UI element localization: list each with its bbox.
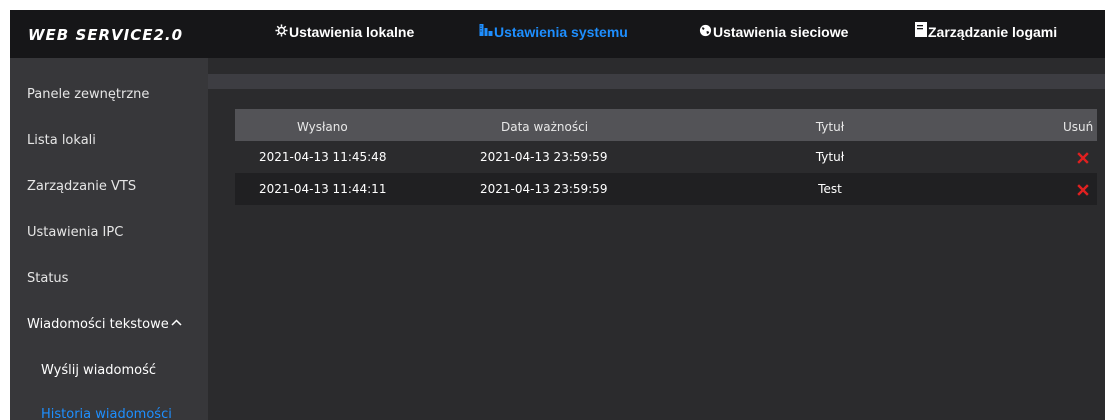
sidebar: Panele zewnętrzne Lista lokali Zarządzan… [10,58,208,420]
app-window: WEB SERVICE2.0 Ustawienia lokalne Ustawi… [10,10,1105,420]
table-header: Wysłano Data ważności Tytuł Usuń [235,109,1097,141]
cell-title: Test [818,182,842,196]
brand-logo: WEB SERVICE2.0 [28,26,184,44]
sidebar-item-text-messages[interactable]: Wiadomości tekstowe [27,317,182,332]
nav-tab-label: Zarządzanie logami [928,24,1058,40]
sidebar-item-ipc-settings[interactable]: Ustawienia IPC [27,225,123,240]
nav-tab-system-settings[interactable]: Ustawienia systemu [479,10,628,58]
cell-title: Tytuł [815,150,845,164]
cell-sent: 2021-04-13 11:44:11 [259,182,387,196]
building-icon [479,10,493,54]
log-icon [915,10,927,54]
nav-tab-label: Ustawienia lokalne [289,24,415,40]
table-row: 2021-04-13 11:44:11 2021-04-13 23:59:59 … [235,173,1097,205]
table-row: 2021-04-13 11:45:48 2021-04-13 23:59:59 … [235,141,1097,173]
column-header-sent: Wysłano [297,120,348,134]
nav-tab-log-management[interactable]: Zarządzanie logami [915,10,1057,58]
sidebar-item-send-message[interactable]: Wyślij wiadomość [41,363,156,378]
main-content: Wysłano Data ważności Tytuł Usuń 2021-04… [208,58,1105,420]
delete-icon[interactable] [1077,151,1089,164]
delete-icon[interactable] [1077,183,1089,196]
nav-tab-network-settings[interactable]: Ustawienia sieciowe [699,10,848,58]
cell-expiry: 2021-04-13 23:59:59 [480,150,608,164]
gear-icon [275,10,288,54]
sidebar-item-room-list[interactable]: Lista lokali [27,133,96,148]
sidebar-item-outdoor-panels[interactable]: Panele zewnętrzne [27,87,149,102]
nav-tab-label: Ustawienia sieciowe [713,24,849,40]
top-bar: WEB SERVICE2.0 Ustawienia lokalne Ustawi… [10,10,1105,58]
sidebar-item-status[interactable]: Status [27,271,68,286]
cell-sent: 2021-04-13 11:45:48 [259,150,387,164]
sidebar-item-vts-management[interactable]: Zarządzanie VTS [27,179,136,194]
nav-tab-label: Ustawienia systemu [494,24,628,40]
cell-expiry: 2021-04-13 23:59:59 [480,182,608,196]
sidebar-item-message-history[interactable]: Historia wiadomości [41,407,172,420]
column-header-title: Tytuł [815,120,845,134]
column-header-expiry: Data ważności [501,120,589,134]
column-header-delete: Usuń [1063,120,1094,134]
globe-icon [699,10,712,54]
chevron-up-icon [171,315,182,330]
nav-tab-local-settings[interactable]: Ustawienia lokalne [275,10,414,58]
sidebar-item-label: Wiadomości tekstowe [27,317,169,332]
content-header-strip [208,74,1105,89]
